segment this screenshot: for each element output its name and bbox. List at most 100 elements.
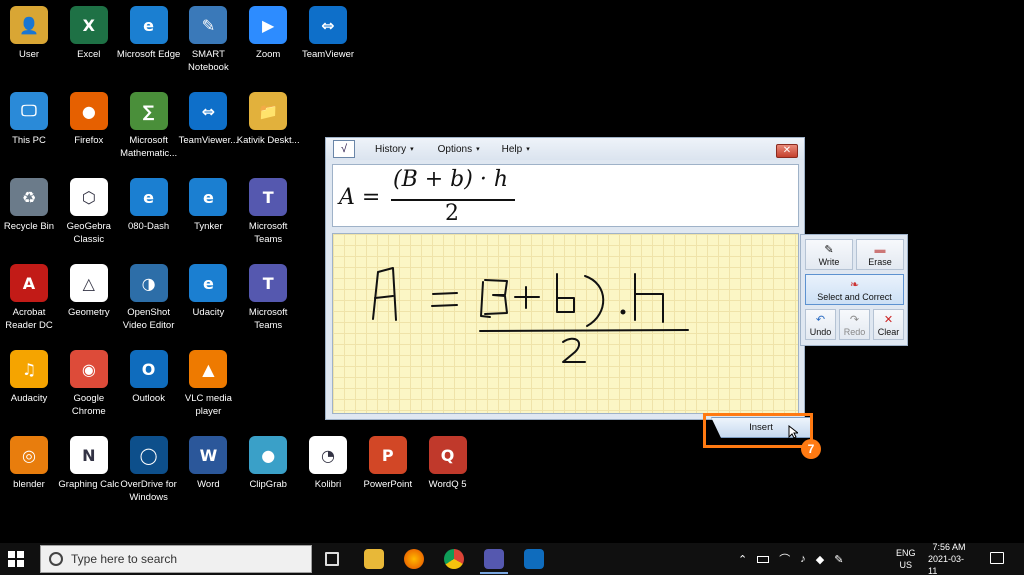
menu-help[interactable]: Help ▾ [502,144,530,155]
desktop-icon-label: Microsoft Teams [248,307,288,331]
desktop-icon-geometry[interactable]: △ Geometry [57,264,121,319]
desktop-icon-udacity[interactable]: e Udacity [176,264,240,319]
desktop-icon-label: This PC [12,135,46,146]
app-icon: ♻ [10,178,48,216]
desktop-icon-label: Outlook [132,393,165,404]
erase-button[interactable]: ▬ Erase [856,239,904,270]
app-icon: ◉ [69,350,108,388]
desktop-icon-audacity[interactable]: ♫ Audacity [0,350,61,405]
app-icon: e [129,178,168,216]
desktop-icon-teamviewer[interactable]: ⇔ TeamViewer [296,6,360,61]
tool-palette: ✎ Write ▬ Erase ❧ Select and Correct ↶ U… [800,234,908,346]
desktop-icon-powerpoint[interactable]: P PowerPoint [356,436,420,491]
undo-button[interactable]: ↶ Undo [805,309,836,340]
desktop-icon-this-pc[interactable]: 🖵 This PC [0,92,61,147]
desktop-icon-smart-notebook[interactable]: ✎ SMART Notebook [176,6,240,74]
file-explorer-icon[interactable] [364,549,384,569]
teams-icon[interactable] [484,549,504,569]
battery-icon[interactable] [757,555,770,563]
desktop-icon-wordq-5[interactable]: Q WordQ 5 [416,436,480,491]
clear-icon: ✕ [883,314,894,326]
taskbar-search-box[interactable]: Type here to search [40,545,312,573]
desktop-icon-geogebra-classic[interactable]: ⬡ GeoGebra Classic [57,178,121,246]
undo-icon: ↶ [815,314,826,326]
desktop-icon-clipgrab[interactable]: ● ClipGrab [236,436,300,491]
app-icon: T [249,264,288,302]
app-icon: O [129,350,168,388]
menu-bar: √ History ▾ Options ▾ Help ▾ [326,138,804,160]
desktop-icon-label: Graphing Calc [58,479,120,490]
desktop-icon-label: Word [197,479,220,490]
desktop-icon-microsoft-teams[interactable]: T Microsoft Teams [236,264,300,332]
desktop-icon-excel[interactable]: X Excel [57,6,121,61]
preview-denominator: 2 [445,201,459,226]
desktop-icon-label: Microsoft Edge [116,49,181,60]
desktop-icon-label: GeoGebra Classic [66,221,111,245]
desktop-icon-label: ClipGrab [249,479,287,490]
menu-options[interactable]: Options ▾ [438,144,480,155]
app-icon: ▶ [249,6,288,44]
clock[interactable]: 7:56 AM 2021-03-11 [928,542,970,575]
desktop-icon-user[interactable]: 👤 User [0,6,61,61]
notification-icon[interactable] [990,552,1004,564]
desktop-icon-google-chrome[interactable]: ◉ Google Chrome [57,350,121,418]
select-and-correct-button[interactable]: ❧ Select and Correct [805,274,904,305]
desktop-icon-label: Geometry [67,307,110,318]
volume-icon[interactable]: ♪ [800,553,806,565]
app-icon: △ [69,264,108,302]
writing-area[interactable] [332,233,799,414]
app-icon: Q [428,436,467,474]
desktop-icon-080-dash[interactable]: e 080-Dash [117,178,181,233]
chrome-icon[interactable] [444,549,464,569]
desktop-icon-microsoft-mathematic[interactable]: ∑ Microsoft Mathematic... [117,92,181,160]
desktop-icon-overdrive-for-windows[interactable]: ◯ OverDrive for Windows [117,436,181,504]
desktop-icon-microsoft-edge[interactable]: e Microsoft Edge [117,6,181,61]
app-icon: ⬡ [69,178,108,216]
windows-start-icon[interactable] [8,551,24,567]
taskbar: Type here to search ⌃ ⌒ ♪ ◆ ✎ ENG US 7:56… [0,542,1024,575]
desktop-icon-kolibri[interactable]: ◔ Kolibri [296,436,360,491]
language-indicator[interactable]: ENG US [896,543,916,575]
close-button[interactable]: ✕ [776,144,798,158]
desktop-icon-kativik-deskt[interactable]: 📁 Kativik Deskt... [236,92,300,147]
chevron-up-icon[interactable]: ⌃ [738,553,747,566]
desktop-icon-openshot-video-editor[interactable]: ◑ OpenShot Video Editor [117,264,181,332]
desktop-icon-vlc-media-player[interactable]: ▲ VLC media player [176,350,240,418]
app-icon: 📁 [249,92,288,130]
firefox-icon[interactable] [404,549,424,569]
outlook-icon[interactable] [524,549,544,569]
pen-icon[interactable]: ✎ [834,553,843,566]
dropbox-icon[interactable]: ◆ [816,553,824,566]
desktop-icon-tynker[interactable]: e Tynker [176,178,240,233]
desktop-icon-teamviewer[interactable]: ⇔ TeamViewer... [176,92,240,147]
desktop-icon-recycle-bin[interactable]: ♻ Recycle Bin [0,178,61,233]
preview-numerator: (B + b) · h [393,167,508,192]
active-app-indicator [480,572,508,574]
desktop-icon-microsoft-teams[interactable]: T Microsoft Teams [236,178,300,246]
task-view-icon[interactable] [325,552,339,566]
redo-button[interactable]: ↷ Redo [839,309,870,340]
desktop-icon-acrobat-reader-dc[interactable]: A Acrobat Reader DC [0,264,61,332]
app-icon: e [189,178,228,216]
desktop-icon-outlook[interactable]: O Outlook [117,350,181,405]
redo-icon: ↷ [849,314,860,326]
desktop-icon-zoom[interactable]: ▶ Zoom [236,6,300,61]
app-icon: e [189,264,228,302]
desktop-icon-label: blender [13,479,45,490]
app-icon: A [10,264,48,302]
desktop-icon-blender[interactable]: ◎ blender [0,436,61,491]
desktop-icon-firefox[interactable]: ● Firefox [57,92,121,147]
app-icon: 🖵 [10,92,48,130]
desktop-icon-label: Excel [77,49,101,60]
write-button[interactable]: ✎ Write [805,239,853,270]
desktop-icon-label: Kativik Deskt... [236,135,300,146]
wifi-icon[interactable]: ⌒ [779,551,790,567]
menu-history[interactable]: History ▾ [375,144,414,155]
desktop-icon-label: Kolibri [314,479,342,490]
eraser-icon: ▬ [874,244,886,256]
clear-button[interactable]: ✕ Clear [873,309,904,340]
desktop-icon-label: Recycle Bin [3,221,55,232]
desktop-icon-word[interactable]: W Word [176,436,240,491]
desktop-icon-graphing-calc[interactable]: N Graphing Calc [57,436,121,491]
step-highlight-box [703,413,813,448]
